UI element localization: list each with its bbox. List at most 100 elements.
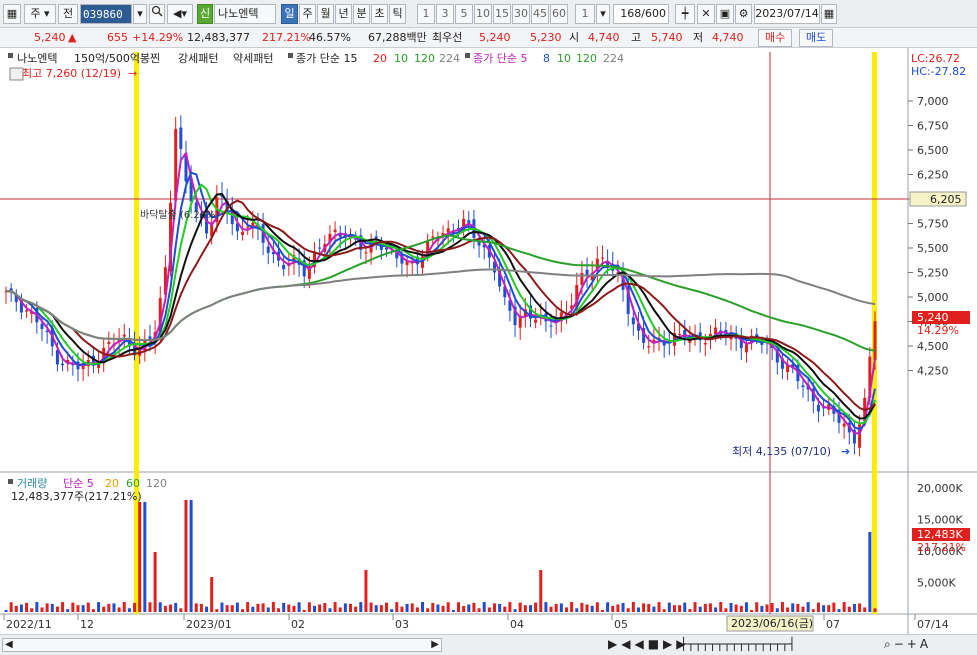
date-tick-label: 07 [826,618,840,631]
buy-button[interactable]: 매수 [758,29,793,47]
legend-ma2-p4: 224 [603,52,624,65]
volume-bar [770,602,774,612]
candle-type-icon[interactable]: ┿ [675,4,695,24]
zoom-out-icon[interactable]: − [894,637,907,651]
volume-bar [107,603,111,612]
prev-button[interactable]: 전 [58,4,78,24]
legend-ma1[interactable]: 종가 단순 15 [296,52,357,65]
range-input[interactable]: 168/600 [613,4,669,24]
rewind-icon[interactable]: ◀◀ [621,637,647,651]
volume-bar [143,502,147,612]
volume-bar [606,602,610,612]
minute-option-5[interactable]: 30 [512,4,530,24]
volume-current: 12,483K [917,528,963,541]
legend-pattern[interactable]: 150억/500억봉찐 [74,52,160,65]
period-tab-1[interactable]: 주 [299,4,316,24]
volume-bar [86,602,90,612]
volume-bar [801,606,805,612]
scroll-right-icon[interactable]: ▶ [431,639,439,650]
volume-bar [570,602,574,612]
scroll-track[interactable]: ◀ ▶ [2,638,442,652]
scroll-left-icon[interactable]: ◀ [5,639,13,650]
zoom-controls[interactable]: ⌕−+A [884,637,931,652]
volume-ma-label[interactable]: 단순 5 [63,477,94,490]
period-main-select[interactable]: 주 ▾ [24,4,56,24]
chart-svg[interactable]: 7,0006,7506,5006,2506,0005,7505,5005,250… [0,48,977,634]
volume-bar [729,602,733,612]
scrollbar[interactable]: ◀ ▶ ▶◀◀■▶▶ ├┬┬┬┬┬┬┬┬┬┬┬┬┬┬┤ ⌕−+A [0,634,977,655]
period-tab-2[interactable]: 월 [317,4,334,24]
legend-strong[interactable]: 강세패턴 [178,52,218,65]
volume-legend-label[interactable]: 거래량 [17,477,47,490]
candle-body [534,319,538,323]
volume-bar [503,606,507,612]
volume-bar [71,602,75,612]
chart-area[interactable]: 7,0006,7506,5006,2506,0005,7505,5005,250… [0,48,977,634]
period-tab-6[interactable]: 틱 [389,4,406,24]
volume-bar [559,603,563,612]
volume-bar [858,603,862,612]
minute-option-7[interactable]: 60 [550,4,568,24]
save-icon[interactable]: ▣ [716,4,734,24]
multiplier-select[interactable]: 1 [575,4,595,24]
minute-option-0[interactable]: 1 [417,4,435,24]
date-tick-label: 2022/11 [6,618,52,631]
volume-bar [477,608,481,612]
playback-controls[interactable]: ▶◀◀■▶▶ [608,637,690,651]
candle-body [364,252,368,254]
high-label: 고 [631,31,642,44]
price-tick-label: 6,500 [917,144,949,157]
stop-icon[interactable]: ■ [648,637,663,651]
multiplier-dropdown-icon[interactable]: ▾ [596,4,610,24]
volume-bar [847,606,851,612]
period-tab-0[interactable]: 일 [281,4,298,24]
legend-ma2[interactable]: 종가 단순 5 [473,52,527,65]
legend-ma2-p1: 8 [543,52,550,65]
sell-button[interactable]: 매도 [799,29,834,47]
volume-bar [138,502,142,612]
sound-icon[interactable]: ◀▾ [167,4,193,24]
period-tab-3[interactable]: 년 [335,4,352,24]
minute-option-1[interactable]: 3 [436,4,454,24]
minute-option-2[interactable]: 5 [455,4,473,24]
minute-option-3[interactable]: 10 [474,4,492,24]
code-field[interactable] [81,5,131,23]
change-percent: +14.29% [132,31,184,44]
crosshair-date: 2023/06/16(금) [731,617,813,630]
candle-body [678,333,682,335]
legend-weak[interactable]: 약세패턴 [233,51,273,65]
crosshair-icon[interactable]: ✕ [697,4,715,24]
code-dropdown-icon[interactable]: ▾ [133,4,147,24]
play-icon[interactable]: ▶ [608,637,621,651]
current-price-axis: 5,240 [917,311,949,324]
search-icon[interactable] [149,4,165,24]
gear-icon[interactable]: ⚙ [735,4,752,24]
volume-bar [498,603,502,612]
calendar-icon[interactable]: ▦ [821,4,837,24]
low-annotation: 최저 4,135 (07/10) [732,445,831,458]
period-tab-4[interactable]: 분 [353,4,370,24]
legend-ma1-p4: 224 [439,52,460,65]
minute-option-6[interactable]: 45 [531,4,549,24]
zoom-slider[interactable]: ├┬┬┬┬┬┬┬┬┬┬┬┬┬┬┤ [680,637,796,651]
volume-ma-p3: 120 [146,477,167,490]
code-input[interactable] [80,4,132,24]
volume-bar [575,608,579,612]
zoom-in-icon[interactable]: + [907,637,920,651]
volume-bar [842,602,846,612]
high-arrow-icon: → [128,67,137,80]
legend-name[interactable]: 나노엔텍 [17,52,57,65]
minute-option-4[interactable]: 15 [493,4,511,24]
volume-bar [626,608,630,612]
volume-bar [328,608,332,612]
volume-bar [667,602,671,612]
zoom-icon[interactable]: ⌕ [884,637,894,651]
date-input[interactable]: 2023/07/14 [754,4,820,24]
ask-price: 5,240 [479,31,511,44]
font-size-icon[interactable]: A [920,637,931,651]
volume-bar [734,604,738,612]
candle-body [25,310,29,312]
chart-settings-icon[interactable]: ▦ [3,4,21,24]
period-tab-5[interactable]: 초 [371,4,388,24]
stock-name[interactable]: 나노엔텍 [214,4,276,24]
